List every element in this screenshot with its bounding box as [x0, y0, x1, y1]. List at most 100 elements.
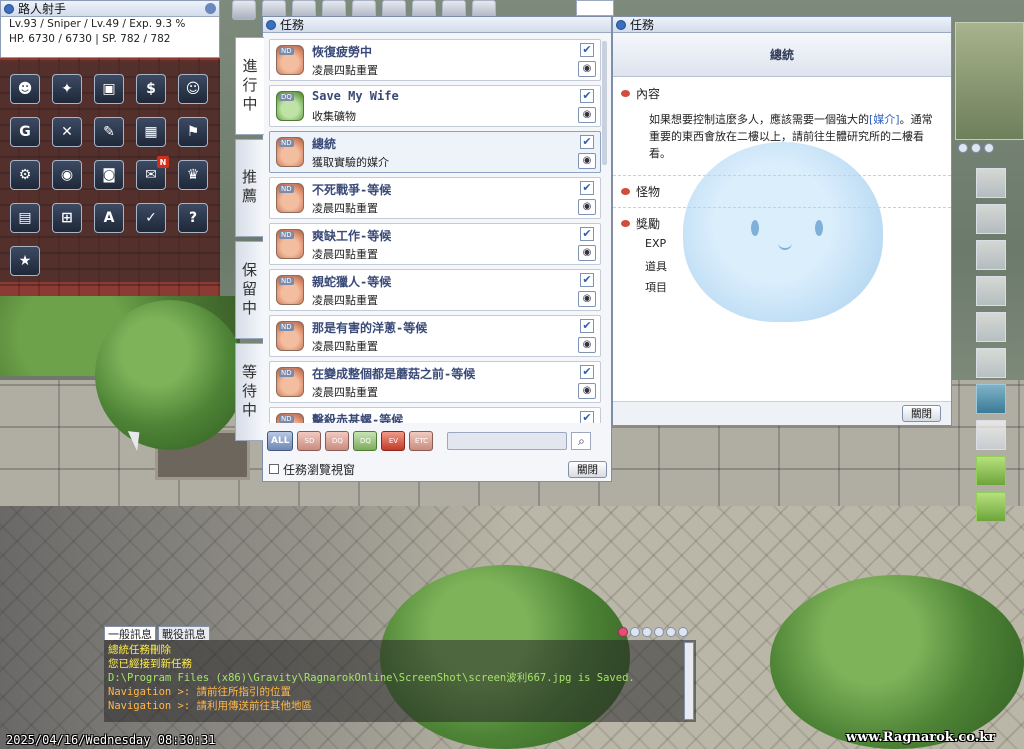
quest-track-checkbox[interactable]: ✔ — [580, 319, 594, 333]
cash-shop-icon[interactable]: $ — [136, 74, 166, 104]
quickbar-slot-arrows-icon[interactable] — [976, 384, 1006, 414]
character-title-bar[interactable]: 路人射手 — [1, 1, 219, 17]
filter-dq-button[interactable]: DQ — [325, 431, 350, 451]
quest-view-eye-icon[interactable]: ◉ — [578, 61, 596, 77]
shortcut-slot[interactable] — [232, 0, 256, 20]
book-icon[interactable]: ▤ — [10, 203, 40, 233]
camera-icon[interactable]: ◙ — [94, 160, 124, 190]
quest-view-eye-icon[interactable]: ◉ — [578, 245, 596, 261]
quest-search-input[interactable] — [447, 432, 568, 450]
quest-list-scrollbar[interactable] — [602, 41, 607, 165]
search-icon[interactable]: ⌕ — [571, 432, 592, 450]
filter-etc-button[interactable]: ETC — [409, 431, 434, 451]
quickbar-slot[interactable] — [976, 348, 1006, 378]
chat-settings-icon[interactable] — [630, 627, 640, 637]
quickbar-slot[interactable] — [976, 240, 1006, 270]
quickbar-slot[interactable] — [976, 276, 1006, 306]
help-icon[interactable]: ? — [178, 203, 208, 233]
character-status-icon[interactable]: ☻ — [10, 74, 40, 104]
tab-battle-messages[interactable]: 戰役訊息 — [158, 626, 210, 641]
quickbar-slot[interactable] — [976, 420, 1006, 450]
chat-add-icon[interactable] — [654, 627, 664, 637]
quest-track-checkbox[interactable]: ✔ — [580, 227, 594, 241]
guild-icon[interactable]: G — [10, 117, 40, 147]
quest-view-eye-icon[interactable]: ◉ — [578, 291, 596, 307]
character-level-line: Lv.93 / Sniper / Lv.49 / Exp. 9.3 % — [9, 18, 186, 30]
minimize-icon[interactable] — [205, 3, 216, 14]
quest-close-button[interactable]: 關閉 — [568, 460, 607, 478]
quickbar-slot-skill-icon[interactable] — [976, 492, 1006, 522]
chat-lock-icon[interactable] — [678, 627, 688, 637]
tab-waiting[interactable]: 等待中 — [235, 343, 263, 441]
settings-icon[interactable]: ⚙ — [10, 160, 40, 190]
quest-item-selected[interactable]: ND 總統 獲取實驗的媒介 ✔ ◉ — [269, 131, 601, 173]
quest-browse-checkbox[interactable] — [269, 464, 279, 474]
chat-close-icon[interactable] — [618, 627, 628, 637]
filter-ev-button[interactable]: EV — [381, 431, 406, 451]
quest-item[interactable]: ND 爽缺工作-等候 凌晨四點重置 ✔ ◉ — [269, 223, 601, 265]
world-map-icon[interactable]: ▦ — [136, 117, 166, 147]
text-a-icon[interactable]: A — [94, 203, 124, 233]
chat-forward-icon[interactable] — [642, 627, 652, 637]
quickbar-slot[interactable] — [976, 168, 1006, 198]
media-link[interactable]: [媒介] — [869, 113, 900, 126]
quest-view-eye-icon[interactable]: ◉ — [578, 153, 596, 169]
detail-window-title-bar[interactable]: 任務 — [613, 17, 951, 33]
quest-subtitle: 凌晨四點重置 — [312, 340, 378, 353]
battle-icon[interactable]: ✕ — [52, 117, 82, 147]
party-icon[interactable]: ★ — [10, 246, 40, 276]
zoom-in-icon[interactable] — [958, 143, 968, 153]
quest-track-checkbox[interactable]: ✔ — [580, 273, 594, 287]
quest-detail-window: 任務 總統 內容 如果想要控制這麼多人，應該需要一個強大的[媒介]。通常重要的東… — [612, 16, 952, 426]
trophy-icon[interactable]: ♛ — [178, 160, 208, 190]
tab-on-hold[interactable]: 保留中 — [235, 241, 263, 339]
quest-item[interactable]: ND 不死戰爭-等候 凌晨四點重置 ✔ ◉ — [269, 177, 601, 219]
quest-view-eye-icon[interactable]: ◉ — [578, 199, 596, 215]
chat-scrollbar[interactable] — [684, 642, 694, 720]
filter-dq2-button[interactable]: DQ — [353, 431, 378, 451]
quest-track-checkbox[interactable]: ✔ — [580, 89, 594, 103]
filter-sd-button[interactable]: SD — [297, 431, 322, 451]
zoom-out-icon[interactable] — [971, 143, 981, 153]
quest-item[interactable]: ND 在變成整個都是蘑菇之前-等候 凌晨四點重置 ✔ ◉ — [269, 361, 601, 403]
shop-cart-icon[interactable]: ⊞ — [52, 203, 82, 233]
chat-line: D:\Program Files (x86)\Gravity\RagnarokO… — [108, 672, 635, 684]
flag-icon[interactable]: ⚑ — [178, 117, 208, 147]
quest-track-checkbox[interactable]: ✔ — [580, 181, 594, 195]
tab-recommended[interactable]: 推薦 — [235, 139, 263, 237]
section-reward-header: 獎勵 — [621, 215, 660, 232]
quest-window-title-bar[interactable]: 任務 — [263, 17, 611, 33]
mail-icon[interactable]: ✉ N — [136, 156, 169, 190]
quest-item[interactable]: DQ Save My Wife 收集礦物 ✔ ◉ — [269, 85, 601, 127]
quest-track-checkbox[interactable]: ✔ — [580, 365, 594, 379]
minimap[interactable] — [955, 22, 1024, 140]
storage-bag-icon[interactable]: ◉ — [52, 160, 82, 190]
quickbar-slot-skill-icon[interactable] — [976, 456, 1006, 486]
skill-tree-icon[interactable]: ✦ — [52, 74, 82, 104]
quest-item[interactable]: ND 那是有害的洋蔥-等候 凌晨四點重置 ✔ ◉ — [269, 315, 601, 357]
friend-add-icon[interactable]: ☺ — [178, 74, 208, 104]
calendar-icon[interactable]: ✓ — [136, 203, 166, 233]
bullet-icon — [621, 220, 630, 227]
detail-close-button[interactable]: 關閉 — [902, 405, 941, 422]
inventory-icon[interactable]: ▣ — [94, 74, 124, 104]
chat-minus-icon[interactable] — [666, 627, 676, 637]
top-input-box[interactable] — [576, 0, 614, 16]
quest-item[interactable]: ND 恢復疲勞中 凌晨四點重置 ✔ ◉ — [269, 39, 601, 81]
tab-in-progress[interactable]: 進行中 — [235, 37, 264, 135]
quickbar-slot[interactable] — [976, 204, 1006, 234]
quest-track-checkbox[interactable]: ✔ — [580, 135, 594, 149]
quest-view-eye-icon[interactable]: ◉ — [578, 383, 596, 399]
quest-item[interactable]: ND 擊殺赤甚螺-等候 ✔ — [269, 407, 601, 423]
filter-all-button[interactable]: ALL — [267, 431, 294, 451]
tree — [95, 300, 245, 450]
tab-general-messages[interactable]: 一般訊息 — [104, 626, 156, 641]
quest-view-eye-icon[interactable]: ◉ — [578, 107, 596, 123]
minimap-toggle-icon[interactable] — [984, 143, 994, 153]
quest-track-checkbox[interactable]: ✔ — [580, 411, 594, 423]
quest-scroll-icon[interactable]: ✎ — [94, 117, 124, 147]
quickbar-slot[interactable] — [976, 312, 1006, 342]
quest-track-checkbox[interactable]: ✔ — [580, 43, 594, 57]
quest-item[interactable]: ND 親蛇獵人-等候 凌晨四點重置 ✔ ◉ — [269, 269, 601, 311]
quest-view-eye-icon[interactable]: ◉ — [578, 337, 596, 353]
